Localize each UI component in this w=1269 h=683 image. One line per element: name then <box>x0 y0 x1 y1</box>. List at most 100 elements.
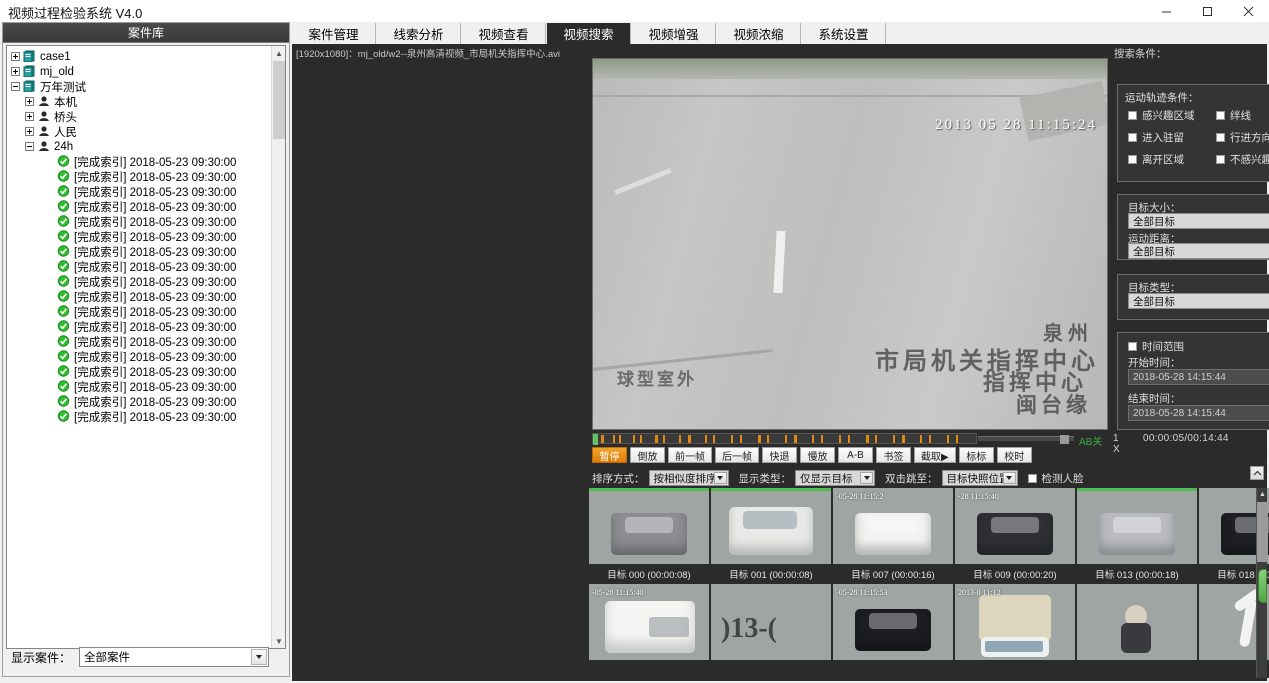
checkbox-box[interactable] <box>1128 342 1137 351</box>
checkbox-box[interactable] <box>1128 155 1137 164</box>
tab-4[interactable]: 视频增强 <box>632 23 716 44</box>
tree-node[interactable]: [完成索引] 2018-05-23 09:30:00 <box>11 379 271 394</box>
maximize-icon[interactable] <box>1187 0 1228 22</box>
transport-button-8[interactable]: 截取▶ <box>914 447 956 463</box>
result-item[interactable]: )13-( <box>711 584 831 660</box>
chevron-down-icon[interactable] <box>714 472 727 484</box>
result-item[interactable]: 目标 013 (00:00:18) <box>1077 488 1197 581</box>
checkbox-box[interactable] <box>1216 111 1225 120</box>
tree-node[interactable]: mj_old <box>11 64 271 79</box>
checkbox-box[interactable] <box>1028 474 1037 483</box>
result-thumbnail[interactable] <box>589 488 709 564</box>
result-item[interactable]: 目标 001 (00:00:08) <box>711 488 831 581</box>
tree-node[interactable]: [完成索引] 2018-05-23 09:30:00 <box>11 319 271 334</box>
transport-button-5[interactable]: 慢放 <box>800 447 835 463</box>
video-timeline[interactable] <box>592 433 977 444</box>
scroll-thumb[interactable] <box>1257 502 1268 562</box>
tree-expander-icon[interactable] <box>11 52 20 61</box>
side-handle[interactable] <box>1258 569 1267 603</box>
tree-node[interactable]: [完成索引] 2018-05-23 09:30:00 <box>11 304 271 319</box>
checkbox-tripwire[interactable]: 绊线 <box>1216 108 1251 123</box>
result-thumbnail[interactable] <box>711 488 831 564</box>
tree-node[interactable]: [完成索引] 2018-05-23 09:30:00 <box>11 409 271 424</box>
transport-button-7[interactable]: 书签 <box>876 447 911 463</box>
chevron-down-icon[interactable] <box>860 472 873 484</box>
end-time-input[interactable]: 2018-05-28 14:15:44 <box>1128 405 1269 421</box>
result-item[interactable]: -05-28 11:15:53 <box>833 584 953 660</box>
tree-expander-icon[interactable] <box>25 97 34 106</box>
checkbox-box[interactable] <box>1128 133 1137 142</box>
result-item[interactable]: -05-28 11:15:2目标 007 (00:00:16) <box>833 488 953 581</box>
results-grid[interactable]: 目标 000 (00:00:08)目标 001 (00:00:08)-05-28… <box>589 488 1269 678</box>
tree-node[interactable]: [完成索引] 2018-05-23 09:30:00 <box>11 334 271 349</box>
scroll-up-icon[interactable]: ▲ <box>1257 488 1268 500</box>
result-thumbnail[interactable]: -05-28 11:15:2 <box>833 488 953 564</box>
case-tree-scrollbar[interactable]: ▲ ▼ <box>271 46 285 648</box>
motion-distance-select[interactable]: 全部目标 <box>1128 243 1269 259</box>
transport-button-9[interactable]: 标标 <box>959 447 994 463</box>
tab-2[interactable]: 视频查看 <box>462 23 546 44</box>
dblclick-select[interactable]: 目标快照位置 <box>942 470 1018 486</box>
timeline-cursor[interactable] <box>593 434 598 445</box>
tab-1[interactable]: 线索分析 <box>377 23 461 44</box>
tab-3[interactable]: 视频搜索 <box>547 23 631 44</box>
show-case-select[interactable]: 全部案件 <box>79 647 269 667</box>
result-thumbnail[interactable]: -05-28 11:15:53 <box>833 584 953 660</box>
timeline-zoom-slider[interactable] <box>978 436 1074 441</box>
result-thumbnail[interactable]: 2013-0 11:12 <box>955 584 1075 660</box>
tree-node[interactable]: 24h <box>11 139 271 154</box>
tree-node[interactable]: [完成索引] 2018-05-23 09:30:00 <box>11 214 271 229</box>
case-tree[interactable]: case1mj_old万年测试本机桥头人民24h[完成索引] 2018-05-2… <box>6 45 286 649</box>
result-thumbnail[interactable] <box>1077 584 1197 660</box>
transport-button-3[interactable]: 后一帧 <box>715 447 759 463</box>
collapse-panel-icon[interactable] <box>1250 466 1264 480</box>
tree-expander-icon[interactable] <box>25 142 34 151</box>
scroll-thumb[interactable] <box>273 61 285 139</box>
tree-node[interactable]: [完成索引] 2018-05-23 09:30:00 <box>11 184 271 199</box>
tree-node[interactable]: 本机 <box>11 94 271 109</box>
tree-node[interactable]: [完成索引] 2018-05-23 09:30:00 <box>11 199 271 214</box>
tree-node[interactable]: [完成索引] 2018-05-23 09:30:00 <box>11 244 271 259</box>
tree-node[interactable]: [完成索引] 2018-05-23 09:30:00 <box>11 154 271 169</box>
result-item[interactable] <box>1077 584 1197 660</box>
tree-node[interactable]: [完成索引] 2018-05-23 09:30:00 <box>11 229 271 244</box>
tree-node[interactable]: [完成索引] 2018-05-23 09:30:00 <box>11 289 271 304</box>
chevron-down-icon[interactable] <box>251 649 267 665</box>
minimize-icon[interactable] <box>1146 0 1187 22</box>
checkbox-box[interactable] <box>1216 155 1225 164</box>
transport-button-6[interactable]: A-B <box>838 447 873 463</box>
tree-node[interactable]: case1 <box>11 49 271 64</box>
result-item[interactable]: 目标 000 (00:00:08) <box>589 488 709 581</box>
checkbox-roi[interactable]: 感兴趣区域 <box>1128 108 1195 123</box>
checkbox-time-range[interactable]: 时间范围 <box>1128 339 1184 354</box>
slider-handle[interactable] <box>1060 435 1069 444</box>
tree-node[interactable]: 人民 <box>11 124 271 139</box>
start-time-input[interactable]: 2018-05-28 14:15:44 <box>1128 369 1269 385</box>
checkbox-enter-dwell[interactable]: 进入驻留 <box>1128 130 1184 145</box>
result-thumbnail[interactable]: -28 11:15:40 <box>955 488 1075 564</box>
tree-node[interactable]: [完成索引] 2018-05-23 09:30:00 <box>11 394 271 409</box>
close-icon[interactable] <box>1228 0 1269 22</box>
tree-node[interactable]: 桥头 <box>11 109 271 124</box>
checkbox-box[interactable] <box>1216 133 1225 142</box>
checkbox-box[interactable] <box>1128 111 1137 120</box>
target-size-select[interactable]: 全部目标 <box>1128 213 1269 229</box>
tree-node[interactable]: [完成索引] 2018-05-23 09:30:00 <box>11 364 271 379</box>
tab-0[interactable]: 案件管理 <box>292 23 376 44</box>
tree-node[interactable]: 万年测试 <box>11 79 271 94</box>
checkbox-not-roi[interactable]: 不感兴趣区域 <box>1216 152 1269 167</box>
result-item[interactable]: -05-28 11:15:40 <box>589 584 709 660</box>
tree-expander-icon[interactable] <box>11 82 20 91</box>
transport-button-10[interactable]: 校时 <box>997 447 1032 463</box>
tree-node[interactable]: [完成索引] 2018-05-23 09:30:00 <box>11 274 271 289</box>
tree-node[interactable]: [完成索引] 2018-05-23 09:30:00 <box>11 169 271 184</box>
transport-button-4[interactable]: 快退 <box>762 447 797 463</box>
result-item[interactable]: 2013-0 11:12 <box>955 584 1075 660</box>
tree-expander-icon[interactable] <box>25 112 34 121</box>
transport-button-1[interactable]: 倒放 <box>630 447 665 463</box>
tree-expander-icon[interactable] <box>25 127 34 136</box>
checkbox-leave-area[interactable]: 离开区域 <box>1128 152 1184 167</box>
tree-expander-icon[interactable] <box>11 67 20 76</box>
result-thumbnail[interactable] <box>1077 488 1197 564</box>
result-thumbnail[interactable]: -05-28 11:15:40 <box>589 584 709 660</box>
